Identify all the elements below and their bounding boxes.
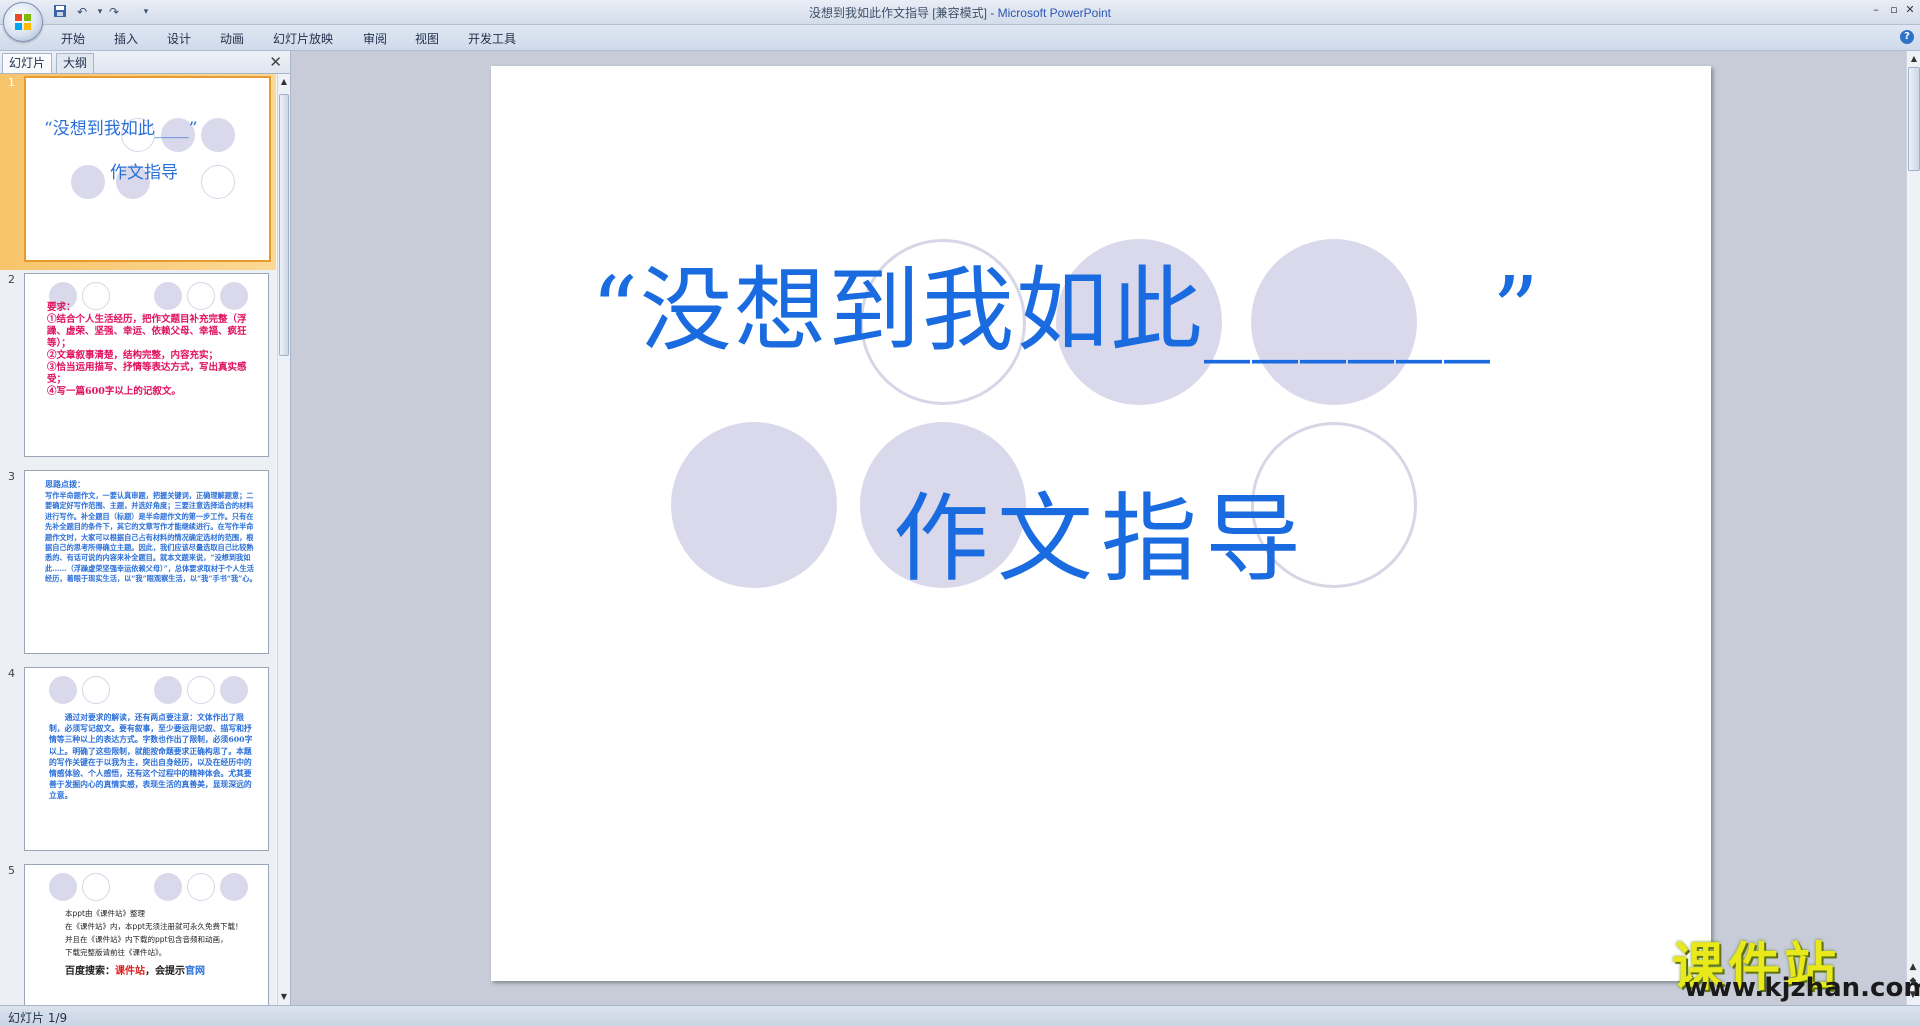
ribbon-tabs: 开始 插入 设计 动画 幻灯片放映 审阅 视图 开发工具 ? [0,25,1920,51]
circle-decoration [71,165,105,199]
thumbnail-title: “没想到我如此____” [44,119,198,139]
tab-developer[interactable]: 开发工具 [468,30,516,47]
circle-decoration [82,873,110,901]
thumbnail-preview: 要求： ①结合个人生活经历，把作文题目补充完整（浮躁、虚荣、坚强、幸运、依赖父母… [24,273,269,457]
close-icon[interactable]: ✕ [269,53,282,71]
scroll-down-icon[interactable]: ▼ [279,991,289,1003]
pane-tabs: 幻灯片 大纲 ✕ [0,51,290,74]
next-slide-icon[interactable]: ▼ [1906,988,1920,1002]
circle-decoration [154,676,182,704]
watermark-logo: 课件站 www.kjzhan.com [1672,925,1920,1003]
slide-canvas: “没想到我如此______” 作文指导 [291,51,1906,1005]
scroll-up-icon[interactable]: ▲ [279,76,289,88]
slide-navigation: ▲ ◆ ▼ [1906,960,1920,1004]
scrollbar-thumb[interactable] [1908,67,1920,171]
thumbnail-text: 通过对要求的解读，还有两点要注意：文体作出了限制，必须写记叙文。要有叙事，至少要… [49,713,253,801]
thumbnail-slide-3[interactable]: 3 思路点拨： 写作半命题作文，一要认真审题，把握关键词，正确理解题意；二要确定… [0,468,276,664]
tab-animations[interactable]: 动画 [220,30,244,47]
tab-insert[interactable]: 插入 [114,30,138,47]
thumbnail-slide-5[interactable]: 5 本ppt由《课件站》整理 在《课件站》内，本ppt无须注册就可永久免费下载！… [0,862,276,1005]
thumbnail-slide-4[interactable]: 4 通过对要求的解读，还有两点要注意：文体作出了限制，必须写记叙文。要有叙事，至… [0,665,276,861]
tab-review[interactable]: 审阅 [363,30,387,47]
thumbnail-text: 本ppt由《课件站》整理 在《课件站》内，本ppt无须注册就可永久免费下载！ 并… [65,909,243,977]
circle-decoration [187,676,215,704]
thumbnail-text: 写作半命题作文，一要认真审题，把握关键词，正确理解题意；二要确定好写作范围、主题… [45,491,257,584]
thumbnail-number: 3 [8,470,15,483]
close-button[interactable]: ✕ [1900,2,1920,18]
tab-design[interactable]: 设计 [167,30,191,47]
office-button[interactable] [3,2,43,42]
slide-subtitle[interactable]: 作文指导 [491,461,1711,600]
tab-home[interactable]: 开始 [61,30,85,47]
minimize-button[interactable]: – [1866,2,1886,18]
circle-decoration [201,165,235,199]
thumbnail-text: 要求： ①结合个人生活经历，把作文题目补充完整（浮躁、虚荣、坚强、幸运、依赖父母… [47,302,247,397]
select-object-icon[interactable]: ◆ [1906,974,1920,988]
thumbnail-slide-2[interactable]: 2 要求： ①结合个人生活经历，把作文题目补充完整（浮躁、虚荣、坚强、幸运、依赖… [0,271,276,467]
tab-view[interactable]: 视图 [415,30,439,47]
watermark-url: www.kjzhan.com [1684,973,1920,1003]
thumbnail-number: 4 [8,667,15,680]
slide-title[interactable]: “没想到我如此______” [591,236,1671,369]
thumbnail-slide-1[interactable]: 1 “没想到我如此____” 作文指导 [0,74,276,270]
circle-decoration [154,873,182,901]
main-scrollbar[interactable]: ▲ [1906,51,1920,1005]
slide[interactable]: “没想到我如此______” 作文指导 [491,66,1711,981]
tab-slideshow[interactable]: 幻灯片放映 [273,30,333,47]
window-title: 没想到我如此作文指导 [兼容模式] - Microsoft PowerPoint [808,6,1112,20]
thumbnail-number: 5 [8,864,15,877]
title-bar: ↶ ▾ ↷ ▾ 没想到我如此作文指导 [兼容模式] - Microsoft Po… [0,0,1920,42]
tab-outline[interactable]: 大纲 [56,53,95,73]
thumbnail-heading: 思路点拨： [45,479,85,489]
tab-slides[interactable]: 幻灯片 [2,53,53,73]
scrollbar-thumb[interactable] [279,94,289,356]
thumbnail-preview: 本ppt由《课件站》整理 在《课件站》内，本ppt无须注册就可永久免费下载！ 并… [24,864,269,1005]
thumbnail-preview: 通过对要求的解读，还有两点要注意：文体作出了限制，必须写记叙文。要有叙事，至少要… [24,667,269,851]
thumbnail-number: 1 [8,76,15,89]
circle-decoration [201,118,235,152]
office-logo-icon [15,14,31,30]
thumbnail-list: 1 “没想到我如此____” 作文指导 2 要求： ①结合个人生活经历，把作文题… [0,74,276,1005]
scroll-up-icon[interactable]: ▲ [1909,53,1919,65]
thumbnail-preview: 思路点拨： 写作半命题作文，一要认真审题，把握关键词，正确理解题意；二要确定好写… [24,470,269,654]
thumbnail-subtitle: 作文指导 [110,163,178,183]
help-icon[interactable]: ? [1900,30,1914,44]
thumbnail-number: 2 [8,273,15,286]
slide-counter: 幻灯片 1/9 [8,1011,68,1025]
circle-decoration [49,676,77,704]
thumbnail-preview: “没想到我如此____” 作文指导 [24,76,271,262]
status-bar: 幻灯片 1/9 [0,1005,1920,1026]
thumbnail-scrollbar[interactable]: ▲ ▼ [277,74,290,1005]
circle-decoration [220,676,248,704]
circle-decoration [82,676,110,704]
circle-decoration [187,873,215,901]
circle-decoration [220,873,248,901]
circle-decoration [49,873,77,901]
previous-slide-icon[interactable]: ▲ [1906,960,1920,974]
slides-pane: 幻灯片 大纲 ✕ 1 “没想到我如此____” 作文指导 2 要求： ①结合个人… [0,51,291,1005]
